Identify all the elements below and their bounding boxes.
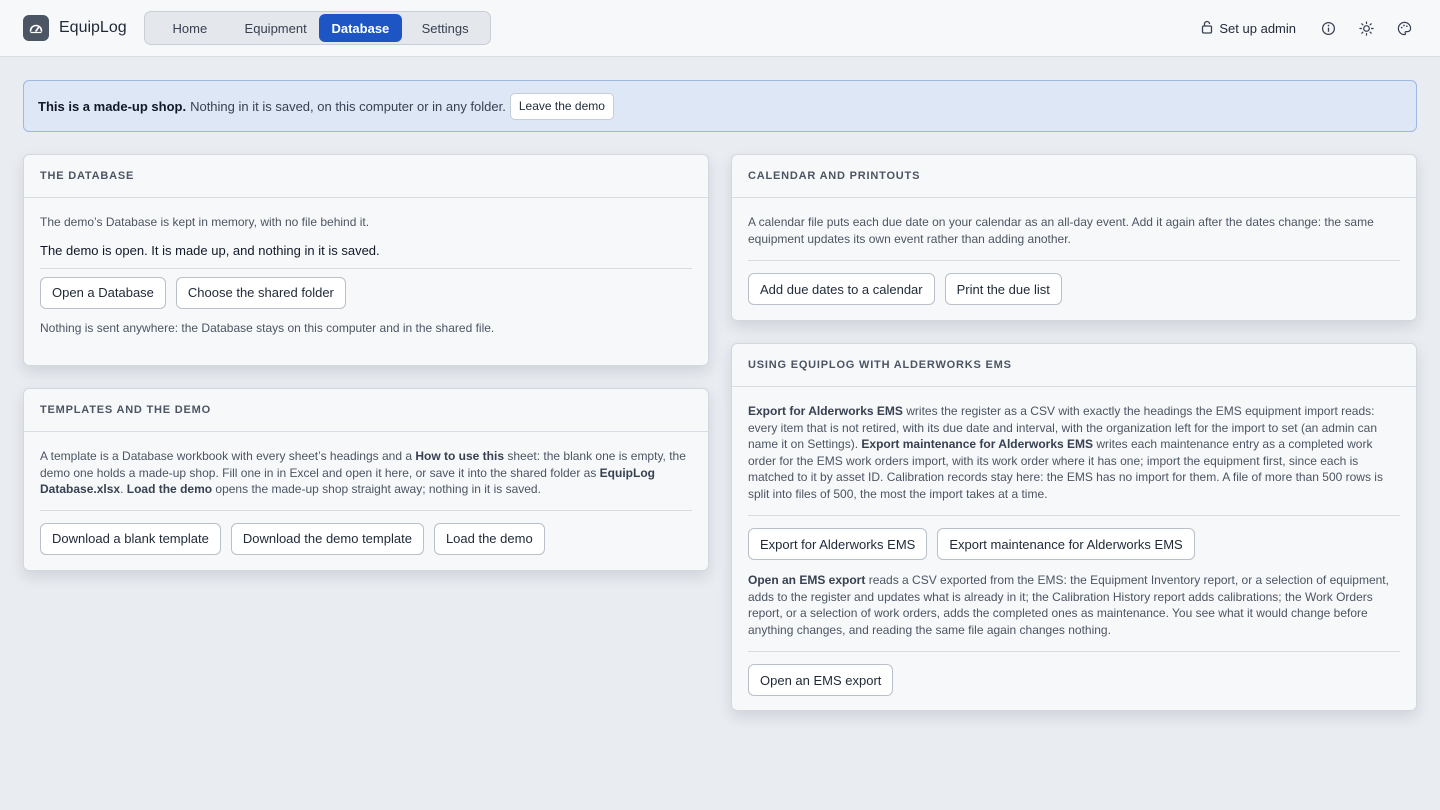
divider xyxy=(748,651,1400,652)
export-maintenance-alderworks-button[interactable]: Export maintenance for Alderworks EMS xyxy=(937,528,1195,560)
ems-import-desc: Open an EMS export reads a CSV exported … xyxy=(748,573,1389,637)
add-due-dates-calendar-button[interactable]: Add due dates to a calendar xyxy=(748,273,935,305)
gauge-icon xyxy=(23,15,49,41)
open-database-button[interactable]: Open a Database xyxy=(40,276,166,309)
ems-export-desc: Export for Alderworks EMS writes the reg… xyxy=(748,404,1383,501)
top-bar: EquipLog Home Equipment Database Setting… xyxy=(0,0,1440,57)
templates-card: TEMPLATES AND THE DEMO A template is a D… xyxy=(23,388,709,571)
divider xyxy=(748,515,1400,516)
info-icon[interactable] xyxy=(1320,21,1336,37)
brand[interactable]: EquipLog xyxy=(23,15,127,41)
database-foot: Nothing is sent anywhere: the Database s… xyxy=(40,320,495,335)
tab-settings[interactable]: Settings xyxy=(402,14,488,42)
tab-home[interactable]: Home xyxy=(147,14,233,42)
demo-banner: This is a made-up shop. Nothing in it is… xyxy=(23,80,1417,132)
banner-bold: This is a made-up shop. xyxy=(38,98,187,114)
calendar-desc: A calendar file puts each due date on yo… xyxy=(748,215,1374,246)
card-title: TEMPLATES AND THE DEMO xyxy=(24,389,708,432)
leave-demo-button[interactable]: Leave the demo xyxy=(509,92,614,120)
divider xyxy=(748,260,1400,261)
database-card: THE DATABASE The demo’s Database is kept… xyxy=(23,154,709,366)
sun-icon[interactable] xyxy=(1358,21,1374,37)
card-title: USING EQUIPLOG WITH ALDERWORKS EMS xyxy=(732,344,1416,387)
export-alderworks-button[interactable]: Export for Alderworks EMS xyxy=(748,528,928,560)
card-title: CALENDAR AND PRINTOUTS xyxy=(732,155,1416,198)
calendar-card: CALENDAR AND PRINTOUTS A calendar file p… xyxy=(731,154,1417,321)
templates-desc: A template is a Database workbook with e… xyxy=(40,449,686,496)
banner-text: Nothing in it is saved, on this computer… xyxy=(190,98,506,114)
main-nav: Home Equipment Database Settings xyxy=(144,11,491,45)
tab-database[interactable]: Database xyxy=(318,14,403,42)
set-up-admin-label: Set up admin xyxy=(1219,21,1296,36)
download-blank-template-button[interactable]: Download a blank template xyxy=(40,522,221,555)
tab-equipment[interactable]: Equipment xyxy=(233,14,319,42)
app-name: EquipLog xyxy=(59,19,127,36)
ems-card: USING EQUIPLOG WITH ALDERWORKS EMS Expor… xyxy=(731,343,1417,711)
card-title: THE DATABASE xyxy=(24,155,708,198)
load-demo-button[interactable]: Load the demo xyxy=(433,522,545,555)
set-up-admin-link[interactable]: Set up admin xyxy=(1201,20,1296,37)
palette-icon[interactable] xyxy=(1396,21,1412,37)
divider xyxy=(40,267,692,269)
divider xyxy=(40,509,692,511)
print-due-list-button[interactable]: Print the due list xyxy=(944,273,1062,305)
lock-icon xyxy=(1201,20,1213,37)
choose-shared-folder-button[interactable]: Choose the shared folder xyxy=(175,276,346,309)
download-demo-template-button[interactable]: Download the demo template xyxy=(230,522,424,555)
database-desc: The demo’s Database is kept in memory, w… xyxy=(40,215,370,229)
header-tools: Set up admin xyxy=(1201,0,1412,57)
database-status: The demo is open. It is made up, and not… xyxy=(40,242,380,258)
open-ems-export-button[interactable]: Open an EMS export xyxy=(748,664,894,696)
